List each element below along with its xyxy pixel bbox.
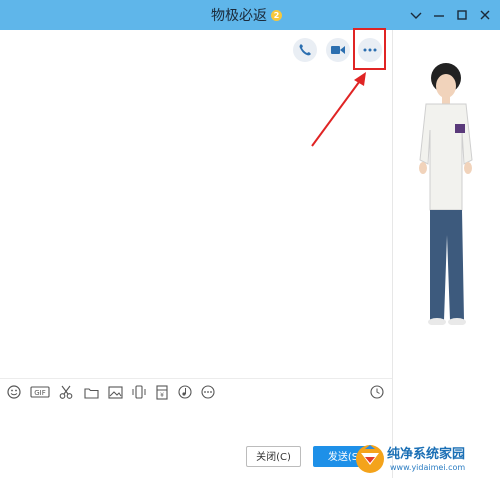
music-icon[interactable] (177, 384, 193, 400)
close-button[interactable]: 关闭(C) (246, 446, 301, 467)
watermark-brand: 纯净系统家园 (387, 447, 466, 462)
window-title-group: 物极必返 2 (211, 6, 282, 24)
more-circle-icon[interactable] (200, 384, 216, 400)
clock-icon[interactable] (369, 384, 385, 400)
watermark-url: www.yidaimei.com (390, 463, 466, 472)
maximize-icon[interactable] (454, 7, 470, 23)
window-title: 物极必返 (211, 8, 267, 24)
image-icon[interactable] (107, 384, 123, 400)
minimize-icon[interactable] (431, 7, 447, 23)
watermark: 纯净系统家园 www.yidaimei.com (355, 441, 500, 478)
scissors-icon[interactable] (58, 384, 74, 400)
watermark-logo-icon (356, 445, 384, 473)
close-icon[interactable] (477, 7, 493, 23)
message-input[interactable] (0, 402, 392, 442)
folder-icon[interactable] (83, 384, 99, 400)
gif-icon[interactable]: GIF (30, 384, 50, 400)
title-bar: 物极必返 2 (0, 0, 500, 30)
avatar-figure (419, 63, 473, 325)
video-icon[interactable] (326, 38, 350, 62)
phone-icon[interactable] (293, 38, 317, 62)
annotation-arrow (311, 72, 366, 147)
emoji-icon[interactable] (6, 384, 22, 400)
highlight-box (353, 28, 386, 70)
input-divider (0, 378, 392, 379)
avatar-panel (392, 30, 500, 478)
gif-label: GIF (34, 389, 46, 397)
chevron-down-icon[interactable] (408, 7, 424, 23)
svg-text:¥: ¥ (160, 392, 164, 399)
shake-icon[interactable] (131, 384, 147, 400)
red-packet-icon[interactable]: ¥ (154, 384, 170, 400)
vip-badge: 2 (271, 9, 282, 21)
